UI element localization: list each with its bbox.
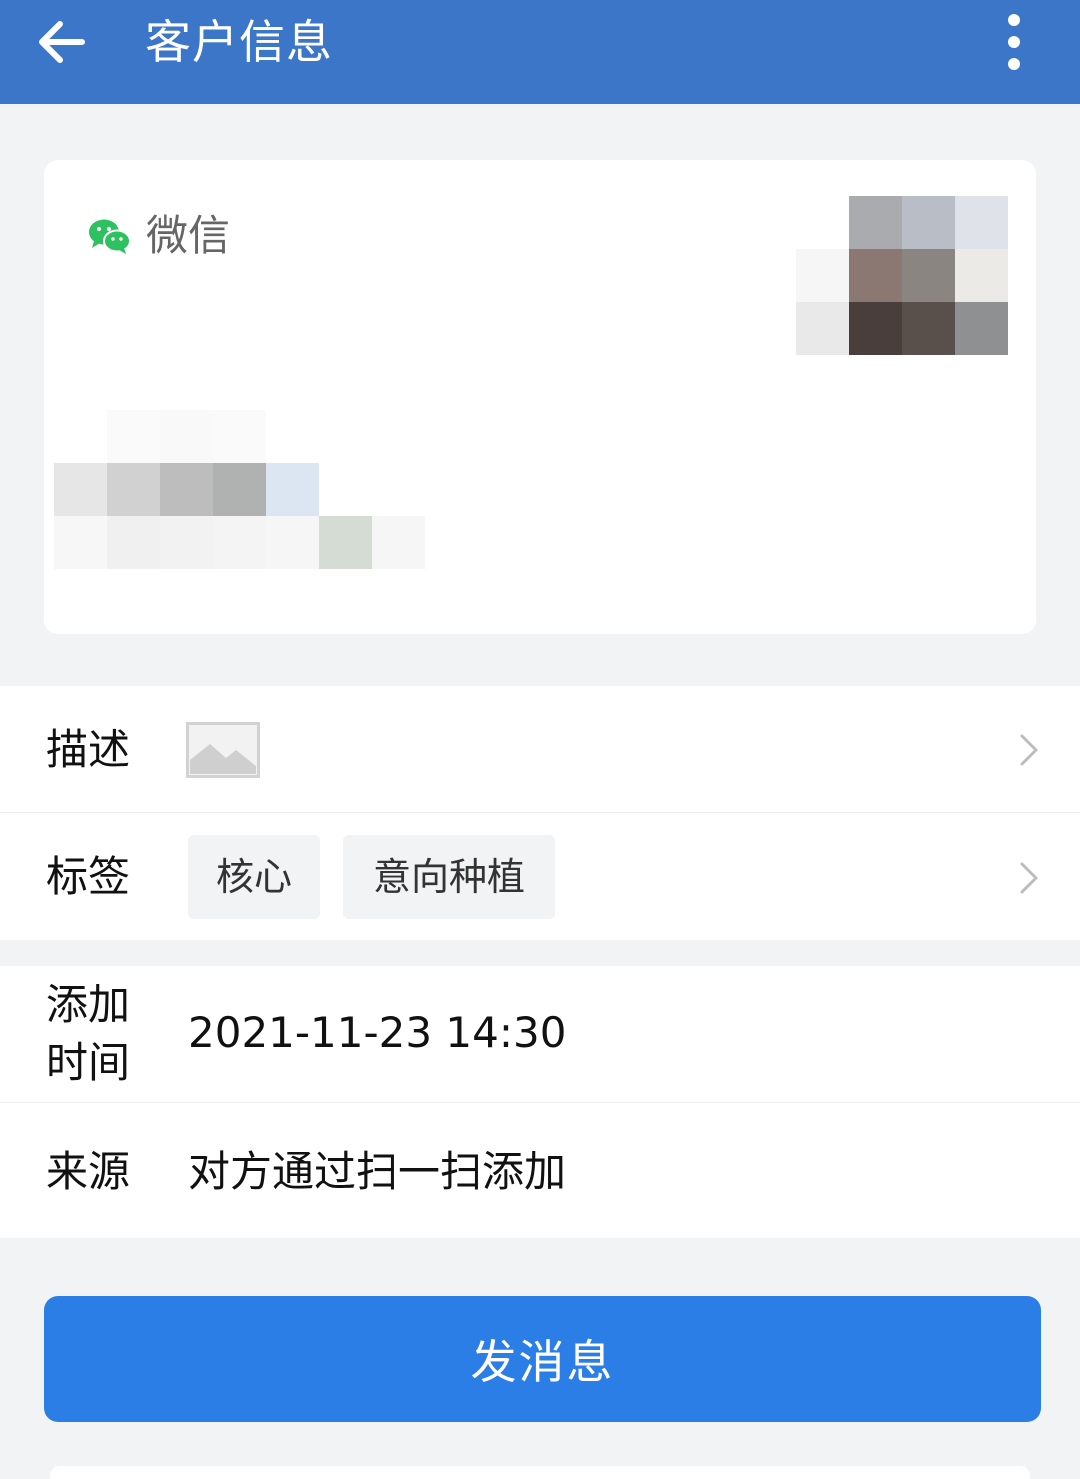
back-button[interactable] — [30, 10, 94, 74]
tag-chip[interactable]: 意向种植 — [343, 835, 555, 919]
added-time-label: 添加 时间 — [46, 976, 130, 1092]
source-row: 来源 对方通过扫一扫添加 — [0, 1103, 1080, 1238]
more-vertical-icon — [1008, 14, 1020, 70]
platform-label: 微信 — [146, 211, 231, 260]
customer-card: 微信 — [44, 160, 1036, 634]
chevron-right-icon — [1020, 862, 1038, 894]
platform-row: 微信 — [88, 210, 230, 262]
more-options-button[interactable] — [988, 10, 1040, 74]
description-row[interactable]: 描述 — [0, 686, 1080, 812]
contact-info-section: 添加 时间 2021-11-23 14:30 来源 对方通过扫一扫添加 — [0, 966, 1080, 1238]
source-value: 对方通过扫一扫添加 — [188, 1147, 567, 1196]
customer-name-redacted — [54, 410, 434, 580]
tags-row[interactable]: 标签 核心 意向种植 — [0, 813, 1080, 940]
avatar[interactable] — [796, 196, 1008, 356]
bottom-panel-edge — [50, 1466, 1030, 1479]
arrow-left-icon — [39, 21, 85, 63]
image-placeholder-icon — [186, 722, 260, 778]
added-time-label-line2: 时间 — [46, 1038, 131, 1087]
wechat-icon — [89, 219, 131, 254]
added-time-value: 2021-11-23 14:30 — [188, 1008, 567, 1057]
description-label: 描述 — [46, 725, 131, 774]
profile-details-section: 描述 标签 核心 意向种植 — [0, 686, 1080, 940]
chevron-right-icon — [1020, 734, 1038, 766]
source-label: 来源 — [46, 1147, 131, 1196]
added-time-label-line1: 添加 — [46, 980, 131, 1029]
tag-chip[interactable]: 核心 — [188, 835, 320, 919]
added-time-row: 添加 时间 2021-11-23 14:30 — [0, 966, 1080, 1102]
app-bar: 客户信息 — [0, 0, 1080, 104]
page-title: 客户信息 — [145, 15, 333, 69]
tags-label: 标签 — [46, 852, 131, 901]
send-message-button[interactable]: 发消息 — [44, 1296, 1041, 1422]
